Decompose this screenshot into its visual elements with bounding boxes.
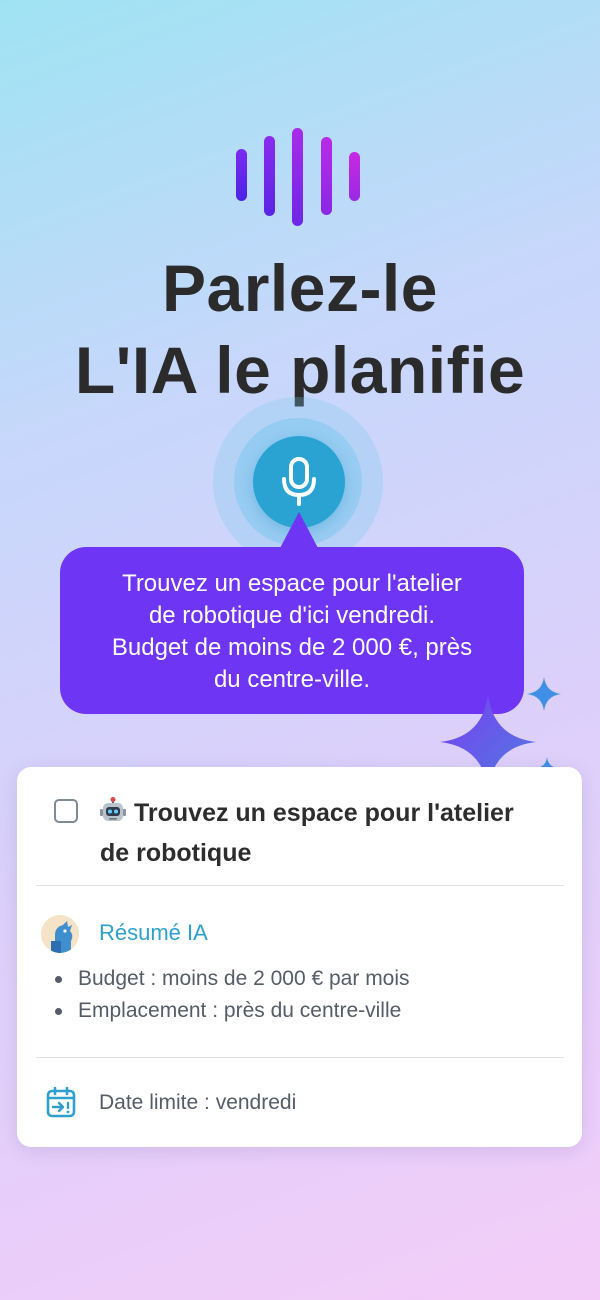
- list-item: Budget : moins de 2 000 € par mois: [53, 963, 410, 995]
- sparkle-medium-icon: [527, 677, 561, 711]
- task-title-line1: Trouvez un espace pour l'atelier: [100, 793, 560, 833]
- divider: [36, 885, 564, 886]
- task-title-line2: de robotique: [100, 839, 252, 867]
- task-card[interactable]: Trouvez un espace pour l'atelier de robo…: [17, 767, 582, 1147]
- ai-summary-label: Résumé IA: [99, 920, 208, 945]
- speech-bubble: Trouvez un espace pour l'atelier de robo…: [60, 547, 524, 714]
- task-checkbox[interactable]: [54, 799, 78, 823]
- speech-bubble-line: de robotique d'ici vendredi.: [148, 602, 436, 629]
- hero-title-line1: Parlez-le: [162, 251, 438, 325]
- microphone-icon: [282, 457, 316, 506]
- list-item: Emplacement : près du centre-ville: [53, 995, 410, 1027]
- sound-wave-logo-icon: [236, 128, 360, 226]
- summary-item-text: Budget : moins de 2 000 € par mois: [78, 967, 410, 990]
- bullet-icon: [55, 976, 62, 983]
- speech-bubble-pointer: [279, 512, 319, 550]
- robot-icon: [100, 797, 126, 821]
- speech-bubble-line: du centre-ville.: [213, 666, 371, 693]
- calendar-icon: [46, 1086, 76, 1118]
- speech-bubble-line: Budget de moins de 2 000 €, près: [111, 634, 473, 661]
- task-title: Trouvez un espace pour l'atelier de robo…: [100, 793, 560, 873]
- deadline-label: Date limite : vendredi: [99, 1091, 297, 1114]
- summary-item-text: Emplacement : près du centre-ville: [78, 999, 402, 1022]
- task-title-text-line1: Trouvez un espace pour l'atelier: [134, 799, 514, 827]
- divider: [36, 1057, 564, 1058]
- bullet-icon: [55, 1008, 62, 1015]
- speech-bubble-line: Trouvez un espace pour l'atelier: [122, 570, 462, 597]
- ai-avatar-icon: [41, 915, 79, 953]
- ai-summary-list: Budget : moins de 2 000 € par mois Empla…: [53, 963, 410, 1027]
